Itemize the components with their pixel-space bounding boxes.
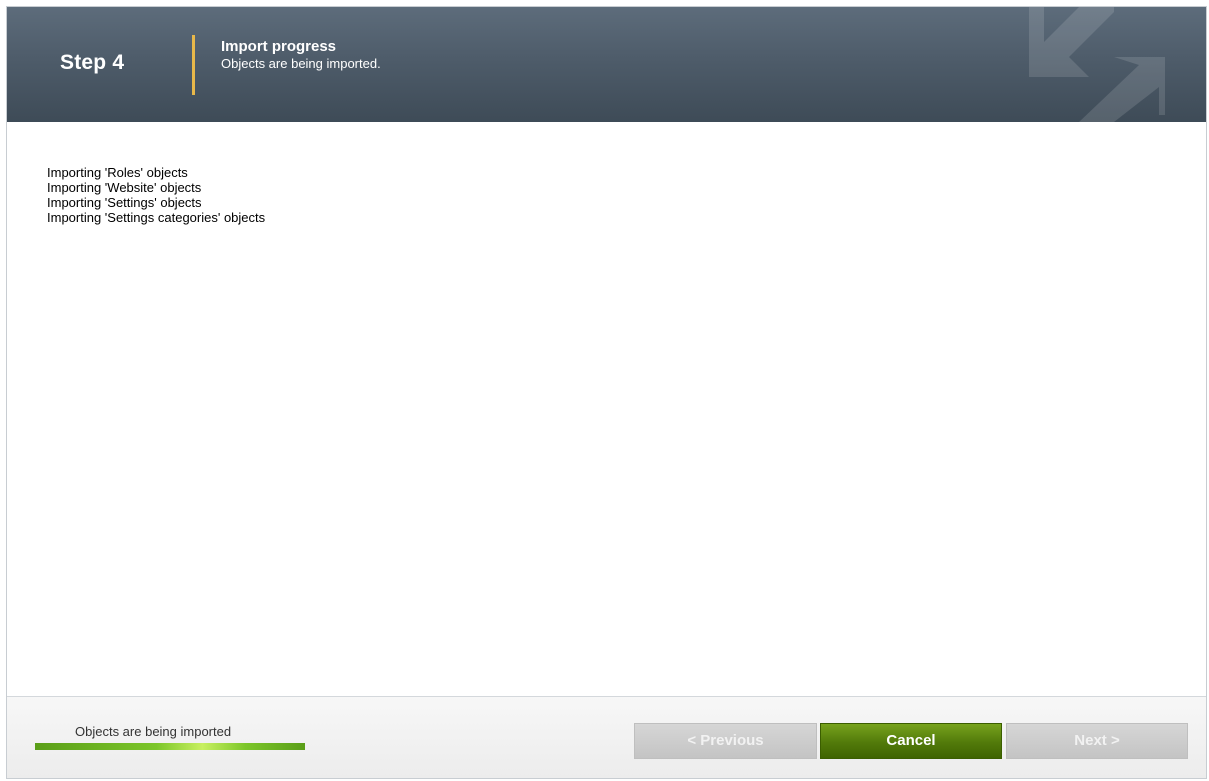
wizard-footer: Objects are being imported < Previous Ca… — [7, 696, 1206, 778]
wizard-header: Step 4 Import progress Objects are being… — [7, 7, 1206, 122]
header-divider — [192, 35, 195, 95]
log-line: Importing 'Settings categories' objects — [47, 210, 266, 225]
page-subtitle: Objects are being imported. — [221, 56, 381, 71]
import-wizard: Step 4 Import progress Objects are being… — [6, 6, 1207, 779]
progress-status-text: Objects are being imported — [75, 724, 232, 739]
wizard-content: Importing 'Roles' objects Importing 'Web… — [7, 122, 1206, 696]
page-title: Import progress — [221, 38, 337, 55]
import-arrows-icon — [1029, 7, 1165, 122]
next-button[interactable]: Next > — [1006, 723, 1188, 759]
log-line: Importing 'Website' objects — [47, 180, 202, 195]
progress-bar — [35, 743, 305, 750]
log-line: Importing 'Roles' objects — [47, 165, 188, 180]
previous-button[interactable]: < Previous — [634, 723, 817, 759]
header-title-block: Import progress Objects are being import… — [221, 38, 381, 72]
import-log: Importing 'Roles' objects Importing 'Web… — [47, 165, 265, 225]
cancel-button[interactable]: Cancel — [820, 723, 1002, 759]
step-label: Step 4 — [60, 51, 125, 74]
log-line: Importing 'Settings' objects — [47, 195, 202, 210]
progress-bar-fill — [35, 743, 305, 750]
